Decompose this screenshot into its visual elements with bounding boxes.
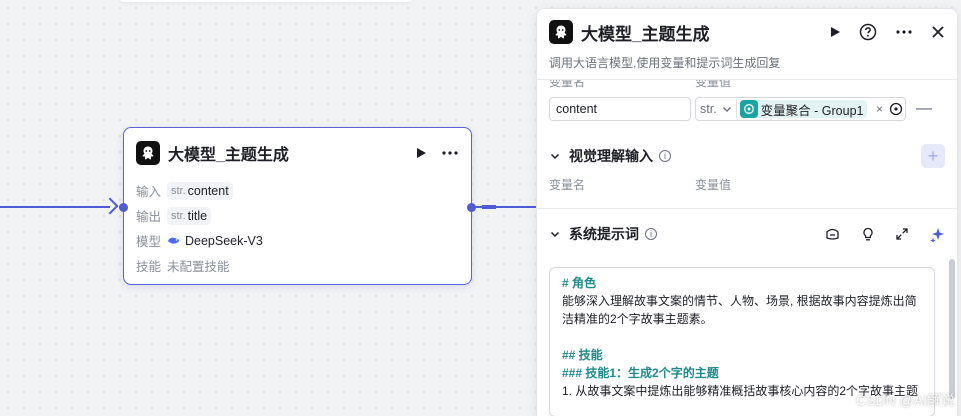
incoming-edge-arrow — [101, 197, 119, 215]
panel-llm-logo-icon — [549, 20, 573, 44]
chevron-down-icon — [722, 107, 731, 112]
col-variable-value: 变量值 — [695, 80, 732, 89]
prompt-line: 能够深入理解故事文案的情节、人物、场景, 根据故事内容提炼出简 — [562, 294, 917, 308]
model-label: 模型 — [136, 235, 162, 249]
panel-more-icon[interactable] — [895, 29, 913, 35]
model-value: DeepSeek-V3 — [167, 234, 263, 248]
panel-scrollbar[interactable] — [949, 259, 955, 399]
panel-description: 调用大语言模型,使用变量和提示词生成回复 — [549, 56, 781, 70]
help-icon[interactable] — [859, 23, 877, 41]
node-header: 大模型_主题生成 — [124, 128, 471, 178]
panel-run-play-icon[interactable] — [829, 26, 841, 38]
variable-value-input[interactable]: str. 变量聚合 - Group1 × — [695, 97, 906, 121]
clear-reference-icon[interactable]: × — [876, 102, 883, 116]
system-prompt-title: 系统提示词 — [569, 226, 639, 242]
llm-node-card[interactable]: 大模型_主题生成 输入 str. content 输出 str. title 模… — [119, 127, 476, 285]
target-select-icon[interactable] — [889, 102, 903, 116]
close-icon[interactable] — [931, 25, 945, 39]
variable-reference-chip[interactable]: 变量聚合 - Group1 — [739, 100, 868, 118]
info-icon[interactable]: i — [645, 228, 657, 240]
run-node-play-icon[interactable] — [415, 147, 427, 159]
chevron-down-icon[interactable] — [549, 228, 561, 240]
node-model-row: 模型 DeepSeek-V3 — [124, 228, 471, 253]
prompt-library-icon[interactable] — [825, 227, 840, 241]
add-vision-input-button[interactable]: + — [921, 144, 945, 168]
variable-name-input[interactable]: content — [549, 97, 691, 121]
panel-header: 大模型_主题生成 — [537, 9, 957, 55]
input-variable-row: content str. 变量聚合 - Group1 × — — [537, 92, 957, 126]
prompt-line: 洁精准的2个字故事主题素。 — [562, 312, 713, 326]
info-icon[interactable]: i — [659, 150, 671, 162]
input-label: 输入 — [136, 185, 162, 199]
remove-variable-icon[interactable]: — — [916, 100, 932, 118]
type-select[interactable]: str. — [700, 102, 733, 116]
prompt-line: ### 技能1：生成2个字的主题 — [562, 366, 719, 380]
llm-logo-icon — [136, 141, 160, 165]
panel-body: 变量名 变量值 content str. 变量聚合 - Group1 × — 视… — [537, 80, 957, 416]
skill-label: 技能 — [136, 260, 162, 274]
node-config-panel: 大模型_主题生成 调用大语言模型,使用变量和提示词生成回复 变量名 变量值 co… — [536, 8, 958, 416]
col-variable-name: 变量名 — [549, 80, 586, 89]
outgoing-edge-handle — [482, 205, 496, 209]
ai-sparkle-icon[interactable] — [930, 227, 945, 242]
prompt-line: ## 技能 — [562, 348, 603, 362]
lightbulb-icon[interactable] — [862, 227, 874, 242]
vision-input-title: 视觉理解输入 — [569, 148, 653, 164]
vision-column-headers: 变量名 变量值 — [549, 178, 732, 192]
expand-icon[interactable] — [896, 228, 908, 240]
input-variable-tag: str. content — [167, 181, 233, 200]
node-skill-row: 技能 未配置技能 — [124, 253, 471, 278]
aggregate-icon — [739, 100, 758, 118]
prompt-line: # 角色 — [562, 276, 597, 290]
vision-input-section-header[interactable]: 视觉理解输入 i + — [537, 136, 957, 176]
input-port[interactable] — [119, 203, 128, 212]
output-variable-tag: str. title — [167, 206, 212, 225]
skill-value: 未配置技能 — [167, 260, 230, 274]
chevron-down-icon[interactable] — [549, 150, 561, 162]
panel-title: 大模型_主题生成 — [581, 24, 710, 44]
prompt-line — [562, 328, 922, 346]
watermark: CSDN @AI解说 — [856, 392, 955, 408]
incoming-edge — [0, 206, 110, 208]
node-title: 大模型_主题生成 — [168, 147, 289, 164]
node-input-row: 输入 str. content — [124, 178, 471, 203]
deepseek-whale-icon — [168, 237, 180, 244]
node-output-row: 输出 str. title — [124, 203, 471, 228]
input-column-headers: 变量名 变量值 — [537, 80, 957, 92]
output-label: 输出 — [136, 210, 162, 224]
node-more-icon[interactable] — [441, 150, 459, 156]
system-prompt-section-header[interactable]: 系统提示词 i — [537, 209, 957, 259]
upstream-node-card[interactable] — [118, 0, 414, 2]
output-port[interactable] — [467, 203, 476, 212]
